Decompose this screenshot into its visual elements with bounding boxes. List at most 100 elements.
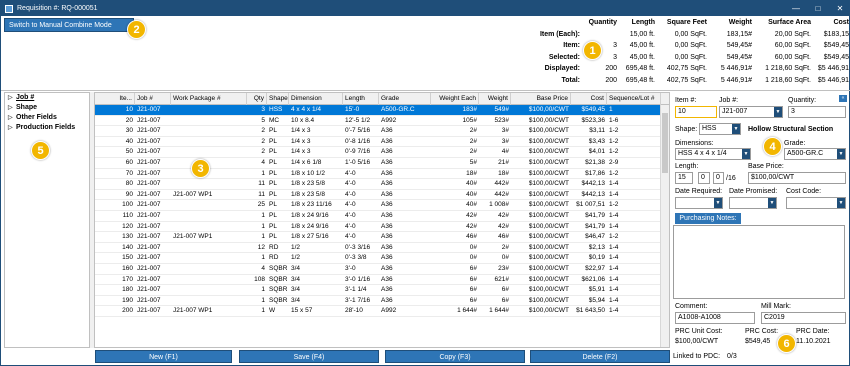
table-row[interactable]: 160 J21-007 4 SQBR 3/4 3'-0 A36 6# 23# $100,00/CW… (95, 264, 661, 275)
chevron-right-icon[interactable]: ▷ (8, 123, 13, 133)
item-field[interactable]: 10 (675, 106, 717, 118)
copy-button[interactable]: Copy (F3) (385, 350, 525, 363)
table-row[interactable]: 190 J21-007 1 SQBR 3/4 3'-1 7/16 A36 6# 6# $100,0… (95, 296, 661, 307)
table-cell: J21-007 WP1 (173, 190, 213, 198)
chevron-down-icon[interactable]: ▼ (774, 107, 782, 117)
chevron-down-icon[interactable]: ▼ (768, 198, 776, 208)
column-header[interactable]: Sequence/Lot # (607, 93, 661, 105)
column-header[interactable]: Length (343, 93, 379, 105)
delete-button[interactable]: Delete (F2) (530, 350, 670, 363)
tree-item[interactable]: ▷ Job # (5, 93, 89, 103)
shape-select[interactable]: HSS ▼ (699, 123, 741, 135)
table-row[interactable]: 90 J21-007 J21-007 WP1 11 PL 1/8 x 23 5/8 4'-0… (95, 190, 661, 201)
table-cell: $4,01 (588, 148, 605, 156)
column-header[interactable]: Base Price (511, 93, 571, 105)
table-cell (171, 137, 247, 148)
quantity-field[interactable]: 3 (788, 106, 846, 118)
chevron-right-icon[interactable]: ▷ (8, 93, 13, 103)
table-cell: $100,00/CWT (528, 180, 569, 188)
summary-header: Length (631, 19, 655, 26)
purchasing-notes-tab[interactable]: Purchasing Notes: (675, 213, 741, 224)
summary-cell: 3 (613, 42, 617, 49)
table-cell: J21-007 (137, 169, 161, 177)
switch-mode-button[interactable]: Switch to Manual Combine Mode (4, 18, 134, 32)
table-cell: A36 (381, 190, 393, 198)
summary-cell: 45,00 ft. (629, 42, 655, 49)
date-required-select[interactable]: ▼ (675, 197, 723, 209)
column-header[interactable]: Job # (135, 93, 171, 105)
table-cell: 1 644# (489, 307, 509, 315)
chevron-down-icon[interactable]: ▼ (732, 124, 740, 134)
table-row[interactable]: 30 J21-007 2 PL 1/4 x 3 0'-7 5/16 A36 2# 3# $100,… (95, 126, 661, 137)
tree-item[interactable]: ▷ Shape (5, 103, 89, 113)
table-row[interactable]: 40 J21-007 2 PL 1/4 x 3 0'-8 1/16 A36 2# 3# $100,… (95, 137, 661, 148)
summary-cell: 3 (613, 53, 617, 61)
summary-cell: 60,00 SqFt. (774, 42, 811, 49)
table-row[interactable]: 130 J21-007 J21-007 WP1 1 PL 1/8 x 27 5/16 4'-… (95, 232, 661, 243)
table-cell: 20 (125, 116, 133, 124)
chevron-down-icon[interactable]: ▼ (837, 149, 845, 159)
table-row[interactable]: 140 J21-007 12 RD 1/2 0'-3 3/16 A36 0# 2# $100,00… (95, 243, 661, 254)
table-row[interactable]: 80 J21-007 11 PL 1/8 x 23 5/8 4'-0 A36 40# 442# $… (95, 179, 661, 190)
new-button[interactable]: New (F1) (95, 350, 232, 363)
collapse-panel-icon[interactable]: « (839, 95, 847, 102)
column-header[interactable]: Work Package # (171, 93, 247, 105)
tree-item[interactable]: ▷ Other Fields (5, 113, 89, 123)
table-cell: 1-6 (609, 116, 619, 124)
callout-badge-4: 4 (763, 137, 782, 156)
column-header[interactable]: Grade (379, 93, 431, 105)
column-header[interactable]: Dimension (289, 93, 343, 105)
table-row[interactable]: 110 J21-007 1 PL 1/8 x 24 9/16 4'-0 A36 42# 42# $… (95, 211, 661, 222)
chevron-down-icon[interactable]: ▼ (837, 198, 845, 208)
date-promised-select[interactable]: ▼ (729, 197, 777, 209)
close-icon[interactable]: ✕ (829, 1, 850, 16)
table-row[interactable]: 60 J21-007 4 PL 1/4 x 6 1/8 1'-0 5/16 A36 5# 21#… (95, 158, 661, 169)
job-select[interactable]: J21-007 ▼ (719, 106, 783, 118)
table-row[interactable]: 70 J21-007 1 PL 1/8 x 10 1/2 4'-0 A36 18# 18# $10… (95, 169, 661, 180)
column-header[interactable]: Qty (247, 93, 267, 105)
table-cell: 0# (501, 254, 509, 262)
table-row[interactable]: 180 J21-007 1 SQBR 3/4 3'-1 1/4 A36 6# 6# $100,00… (95, 285, 661, 296)
table-row[interactable]: 100 J21-007 25 PL 1/8 x 23 11/16 4'-0 A36 40# 1 … (95, 200, 661, 211)
table-row[interactable]: 170 J21-007 108 SQBR 3/4 3'-0 1/16 A36 6# 621# $1… (95, 275, 661, 286)
table-cell: $0,19 (588, 254, 605, 262)
minimize-icon[interactable]: — (785, 1, 807, 16)
table-row[interactable]: 10 J21-007 3 HSS 4 x 4 x 1/4 15'-0 A500-GR.C 18… (95, 105, 661, 116)
comment-field[interactable]: A1008-A1008 (675, 312, 755, 324)
chevron-down-icon[interactable]: ▼ (714, 198, 722, 208)
dimensions-select[interactable]: HSS 4 x 4 x 1/4 ▼ (675, 148, 751, 160)
tree-item[interactable]: ▷ Production Fields (5, 123, 89, 133)
length-feet-field[interactable]: 15 (675, 172, 693, 184)
table-cell: 1 (261, 286, 265, 294)
chevron-right-icon[interactable]: ▷ (8, 103, 13, 113)
maximize-icon[interactable]: □ (807, 1, 829, 16)
column-header[interactable]: Weight Each (431, 93, 479, 105)
summary-header: Weight (728, 19, 752, 26)
table-row[interactable]: 150 J21-007 1 RD 1/2 0'-3 3/8 A36 0# 0# $100,00/C… (95, 253, 661, 264)
column-header[interactable]: Shape (267, 93, 289, 105)
grid-scrollbar[interactable] (660, 105, 669, 347)
grade-select[interactable]: A500-GR.C ▼ (784, 148, 846, 160)
table-cell: 1/8 x 24 9/16 (291, 222, 329, 230)
table-row[interactable]: 50 J21-007 2 PL 1/4 x 3 0'-9 7/16 A36 2# 4# $100,… (95, 147, 661, 158)
summary-cell: 402,75 SqFt. (666, 65, 707, 72)
table-row[interactable]: 200 J21-007 J21-007 WP1 1 W 15 x 57 28'-10 A992… (95, 306, 661, 317)
window-title: Requisition #: RQ-000051 (17, 5, 98, 12)
table-row[interactable]: 20 J21-007 5 MC 10 x 8.4 12'-5 1/2 A992 105# 523… (95, 116, 661, 127)
cost-code-select[interactable]: ▼ (786, 197, 846, 209)
save-button[interactable]: Save (F4) (239, 350, 379, 363)
mill-mark-field[interactable]: C2019 (761, 312, 846, 324)
column-header[interactable]: Cost (571, 93, 607, 105)
chevron-right-icon[interactable]: ▷ (8, 113, 13, 123)
column-header[interactable]: Weight (479, 93, 511, 105)
grid-header: Ite... Job # Work Package # Qty Shape Dimensi… (95, 93, 669, 105)
column-header[interactable]: Ite... (95, 93, 135, 105)
chevron-down-icon[interactable]: ▼ (742, 149, 750, 159)
purchasing-notes-text[interactable] (673, 225, 845, 299)
length-fraction-field[interactable]: 0 (713, 172, 724, 184)
length-inch-field[interactable]: 0 (698, 172, 710, 184)
scroll-thumb[interactable] (662, 113, 668, 173)
table-row[interactable]: 120 J21-007 1 PL 1/8 x 24 9/16 4'-0 A36 42# 42# $… (95, 222, 661, 233)
base-price-field[interactable]: $100,00/CWT (748, 172, 846, 184)
table-cell: A36 (381, 212, 393, 219)
